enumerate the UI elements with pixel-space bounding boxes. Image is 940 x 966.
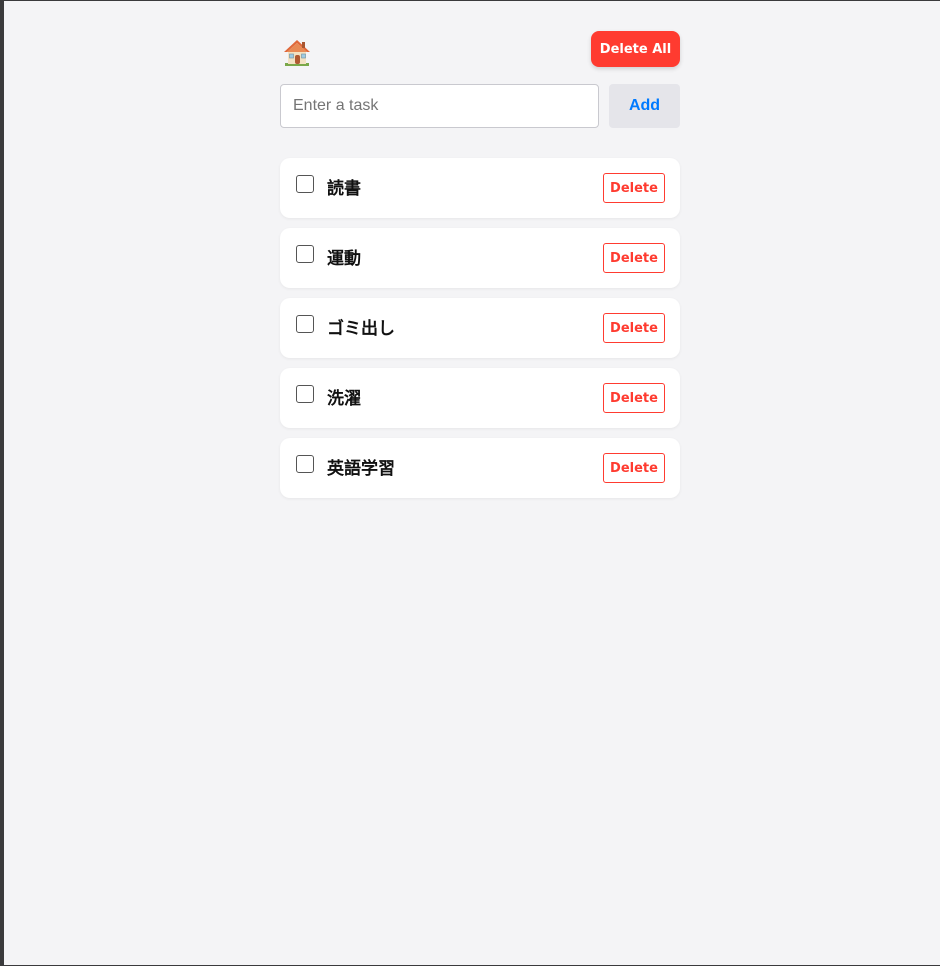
- task-label: 読書: [327, 179, 361, 199]
- task-label: 英語学習: [327, 459, 395, 479]
- delete-task-button[interactable]: Delete: [603, 243, 665, 273]
- delete-task-button[interactable]: Delete: [603, 383, 665, 413]
- task-item: ゴミ出し Delete: [280, 298, 680, 358]
- header: Delete All: [280, 1, 680, 71]
- delete-all-button[interactable]: Delete All: [591, 31, 680, 67]
- task-input-row: Add: [280, 84, 680, 128]
- task-label: 洗濯: [327, 389, 361, 409]
- todo-container: Delete All Add 読書 Delete 運動 Delete ゴミ出し …: [280, 1, 680, 498]
- task-item: 読書 Delete: [280, 158, 680, 218]
- delete-task-button[interactable]: Delete: [603, 453, 665, 483]
- task-input[interactable]: [280, 84, 599, 128]
- app-window: Delete All Add 読書 Delete 運動 Delete ゴミ出し …: [4, 1, 940, 965]
- house-icon[interactable]: [282, 37, 312, 67]
- task-item: 洗濯 Delete: [280, 368, 680, 428]
- delete-task-button[interactable]: Delete: [603, 173, 665, 203]
- task-list: 読書 Delete 運動 Delete ゴミ出し Delete 洗濯 Delet…: [280, 158, 680, 508]
- task-label: ゴミ出し: [327, 319, 395, 339]
- task-checkbox[interactable]: [296, 245, 314, 263]
- task-label: 運動: [327, 249, 361, 269]
- task-checkbox[interactable]: [296, 385, 314, 403]
- delete-task-button[interactable]: Delete: [603, 313, 665, 343]
- task-item: 英語学習 Delete: [280, 438, 680, 498]
- task-checkbox[interactable]: [296, 455, 314, 473]
- task-checkbox[interactable]: [296, 175, 314, 193]
- add-button[interactable]: Add: [609, 84, 680, 128]
- task-checkbox[interactable]: [296, 315, 314, 333]
- task-item: 運動 Delete: [280, 228, 680, 288]
